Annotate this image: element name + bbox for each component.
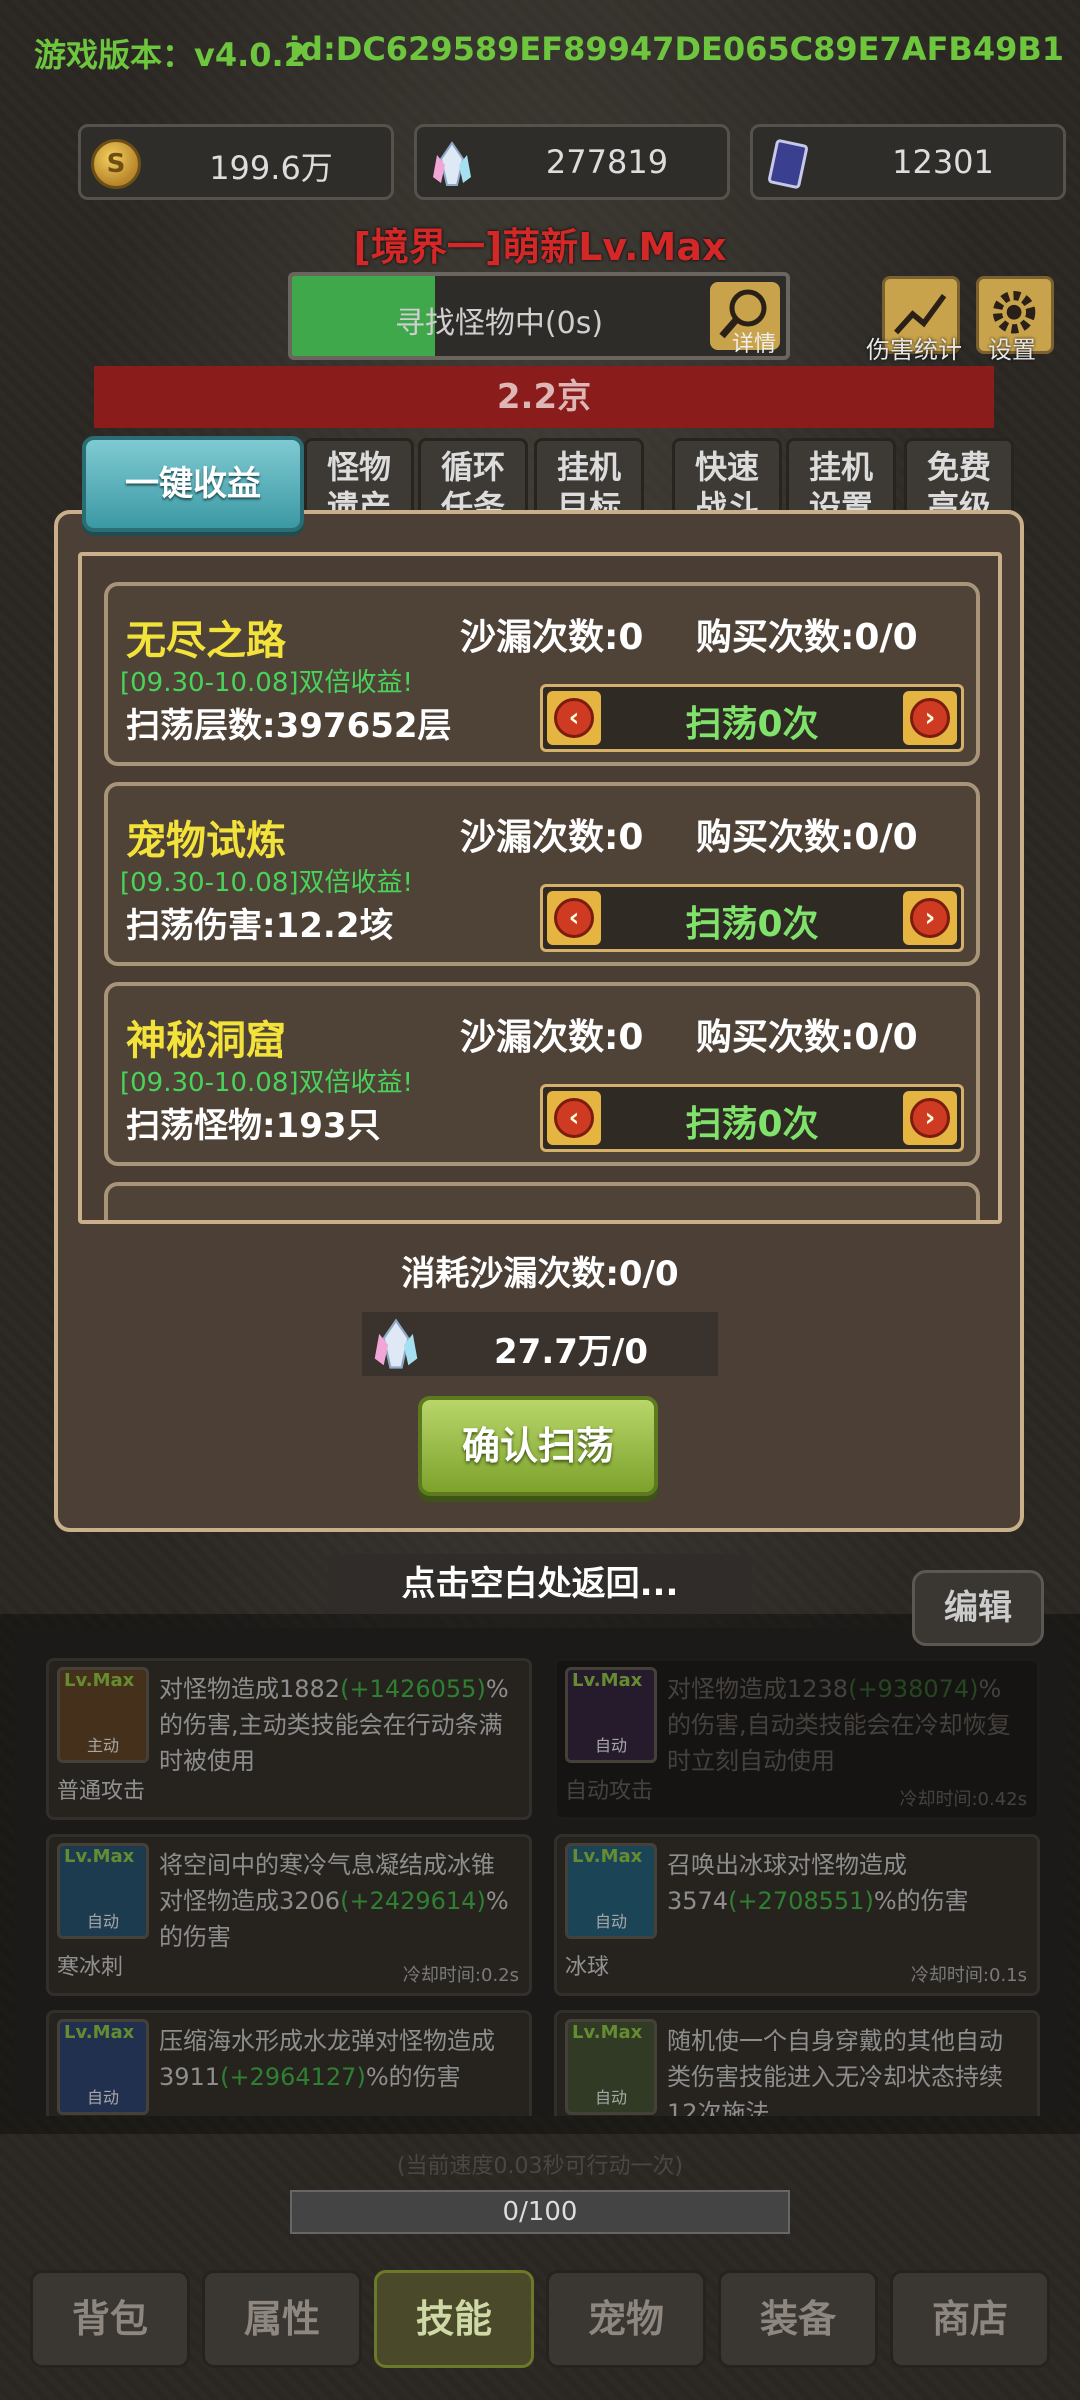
- cost-value: 27.7万/0: [494, 1332, 648, 1372]
- item-stat: 扫荡伤害:12.2垓: [126, 906, 394, 946]
- crystal-icon: [374, 1318, 418, 1369]
- enemy-hp-value: 2.2京: [496, 377, 592, 417]
- buy-count: 购买次数:0/0: [696, 1017, 918, 1058]
- realm-title: [境界一]萌新Lv.Max: [353, 225, 727, 269]
- decrease-button[interactable]: ‹: [547, 691, 601, 745]
- edit-button[interactable]: 编辑: [912, 1570, 1044, 1646]
- cost-display: 27.7万/0: [362, 1312, 718, 1376]
- item-stat: 扫荡层数:397652层: [126, 706, 452, 746]
- increase-button[interactable]: ›: [903, 1091, 957, 1145]
- player-id-label: id:DC629589EF89947DE065C89E7AFB49B1: [289, 30, 1064, 68]
- nav-backpack[interactable]: 背包: [30, 2270, 190, 2368]
- double-income-promo: [09.30-10.08]双倍收益!: [120, 1068, 413, 1098]
- nav-shop[interactable]: 商店: [890, 2270, 1050, 2368]
- double-income-promo: [09.30-10.08]双倍收益!: [120, 868, 413, 898]
- action-progress-bar: 0/100: [290, 2190, 790, 2234]
- sand-count: 沙漏次数:0: [460, 1017, 644, 1058]
- item-name: 神秘洞窟: [126, 1018, 286, 1064]
- nav-skills[interactable]: 技能: [374, 2270, 534, 2368]
- nav-equipment[interactable]: 装备: [718, 2270, 878, 2368]
- sweep-item-mystery-cave: 神秘洞窟 沙漏次数:0 购买次数:0/0 [09.30-10.08]双倍收益! …: [104, 982, 980, 1166]
- increase-button[interactable]: ›: [903, 691, 957, 745]
- item-stat: 扫荡怪物:193只: [126, 1106, 381, 1146]
- crystal-value: 277819: [545, 143, 669, 181]
- one-click-income-tab[interactable]: 一键收益: [82, 436, 304, 532]
- decrease-button[interactable]: ‹: [547, 1091, 601, 1145]
- skill-overlay: [0, 1614, 1080, 2134]
- chevron-right-icon: ›: [910, 698, 950, 738]
- nav-attributes[interactable]: 属性: [202, 2270, 362, 2368]
- sweep-item-partial: [104, 1182, 980, 1220]
- consume-label: 消耗沙漏次数:0/0: [401, 1254, 679, 1294]
- gold-resource: S 199.6万: [78, 124, 394, 200]
- sweep-item-endless-road: 无尽之路 沙漏次数:0 购买次数:0/0 [09.30-10.08]双倍收益! …: [104, 582, 980, 766]
- speed-tip: (当前速度0.03秒可行动一次): [396, 2154, 684, 2179]
- card-resource: 12301: [750, 124, 1066, 200]
- sweep-count-label: 扫荡0次: [685, 1104, 819, 1145]
- sand-count: 沙漏次数:0: [460, 617, 644, 658]
- damage-stats-label: 伤害统计: [866, 336, 962, 364]
- double-income-promo: [09.30-10.08]双倍收益!: [120, 668, 413, 698]
- sweep-count-control: ‹ 扫荡0次 ›: [540, 884, 964, 952]
- gold-value: 199.6万: [209, 149, 333, 187]
- buy-count: 购买次数:0/0: [696, 817, 918, 858]
- crystal-icon: [433, 141, 471, 186]
- chevron-right-icon: ›: [910, 898, 950, 938]
- sweep-list[interactable]: 无尽之路 沙漏次数:0 购买次数:0/0 [09.30-10.08]双倍收益! …: [78, 552, 1002, 1224]
- chevron-left-icon: ‹: [554, 1098, 594, 1138]
- card-icon: [768, 139, 808, 189]
- chevron-right-icon: ›: [910, 1098, 950, 1138]
- chevron-left-icon: ‹: [554, 898, 594, 938]
- crystal-resource: 277819: [414, 124, 730, 200]
- sweep-count-control: ‹ 扫荡0次 ›: [540, 1084, 964, 1152]
- tap-to-return-tip[interactable]: 点击空白处返回...: [328, 1554, 752, 1614]
- card-value: 12301: [892, 143, 994, 181]
- item-name: 宠物试炼: [126, 818, 286, 864]
- buy-count: 购买次数:0/0: [696, 617, 918, 658]
- search-status-label: 寻找怪物中(0s): [394, 306, 604, 341]
- confirm-sweep-button[interactable]: 确认扫荡: [418, 1396, 658, 1496]
- sand-count: 沙漏次数:0: [460, 817, 644, 858]
- nav-pets[interactable]: 宠物: [546, 2270, 706, 2368]
- version-label: 游戏版本：v4.0.2: [34, 36, 306, 74]
- sweep-count-control: ‹ 扫荡0次 ›: [540, 684, 964, 752]
- detail-label: 详情: [731, 332, 776, 357]
- gold-coin-icon: S: [91, 139, 141, 189]
- increase-button[interactable]: ›: [903, 891, 957, 945]
- item-name: 无尽之路: [126, 618, 286, 664]
- chevron-left-icon: ‹: [554, 698, 594, 738]
- decrease-button[interactable]: ‹: [547, 891, 601, 945]
- top-info-bar: 游戏版本：v4.0.2 id:DC629589EF89947DE065C89E7…: [34, 30, 1064, 74]
- monster-search-bar: 寻找怪物中(0s) 详情: [288, 272, 790, 360]
- enemy-hp-bar: 2.2京: [94, 366, 994, 428]
- settings-label: 设置: [988, 336, 1036, 364]
- sweep-item-pet-trial: 宠物试炼 沙漏次数:0 购买次数:0/0 [09.30-10.08]双倍收益! …: [104, 782, 980, 966]
- sweep-count-label: 扫荡0次: [685, 904, 819, 945]
- sweep-count-label: 扫荡0次: [685, 704, 819, 745]
